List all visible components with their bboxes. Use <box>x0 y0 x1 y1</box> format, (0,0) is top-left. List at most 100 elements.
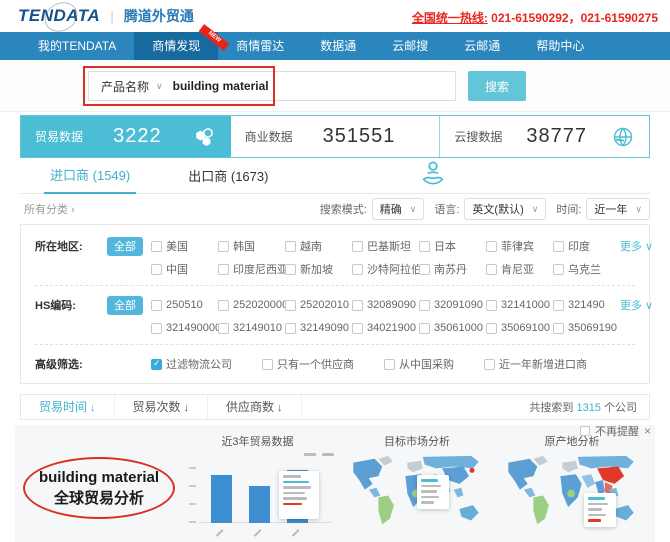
advanced-checkbox-single-supplier[interactable]: 只有一个供应商 <box>262 356 354 372</box>
region-checkbox[interactable]: 韩国 <box>218 238 285 254</box>
checkbox-label: 35069190 <box>568 322 617 334</box>
sort-by-supplier-count[interactable]: 供应商数 ↓ <box>208 394 302 420</box>
tab-importers[interactable]: 进口商 (1549) <box>44 165 137 194</box>
region-checkbox[interactable]: 沙特阿拉伯 <box>352 261 419 277</box>
advanced-checkbox-buy-from-china[interactable]: 从中国采购 <box>384 356 454 372</box>
hs-all-chip[interactable]: 全部 <box>107 295 143 315</box>
checkbox-checked-icon <box>151 358 162 370</box>
checkbox-label: 近一年新增进口商 <box>499 359 587 371</box>
tab-trade-data[interactable]: 贸易数据 3222 <box>21 116 231 157</box>
region-checkbox[interactable]: 印度尼西亚 <box>218 261 285 277</box>
search-button[interactable]: 搜索 <box>468 71 526 101</box>
region-checkbox[interactable]: 菲律宾 <box>486 238 553 254</box>
search-field-label: 产品名称 <box>101 79 150 94</box>
chart-tooltip <box>279 471 319 519</box>
region-checkbox[interactable]: 印度 <box>553 238 620 254</box>
hs-checkbox[interactable]: 32091090 <box>419 299 486 311</box>
trade-bar-chart[interactable]: 近3年贸易数据 <box>175 433 340 537</box>
data-source-tabs: 贸易数据 3222 商业数据 351551 云搜数据 38777 <box>20 115 650 158</box>
origin-analysis-map[interactable]: 原产地分析 <box>502 433 642 535</box>
region-checkbox[interactable]: 乌克兰 <box>553 261 620 277</box>
logo-text: TENDATA <box>18 6 101 25</box>
tab-count: 3222 <box>113 125 162 147</box>
hs-checkbox[interactable]: 35069190 <box>553 322 620 334</box>
advanced-checkbox-new-importers[interactable]: 近一年新增进口商 <box>484 356 587 372</box>
nav-item-my-tendata[interactable]: 我的TENDATA <box>20 32 134 60</box>
nav-item-cloud-mail[interactable]: 云邮通 <box>446 32 518 60</box>
bar-year-2[interactable] <box>249 485 270 523</box>
tab-exporters[interactable]: 出口商 (1673) <box>182 166 274 193</box>
divider <box>35 285 635 286</box>
sort-by-trade-count[interactable]: 贸易次数 ↓ <box>115 394 209 420</box>
region-checkbox[interactable]: 南苏丹 <box>419 261 486 277</box>
target-market-map[interactable]: 目标市场分析 <box>347 433 487 535</box>
hs-checkbox[interactable]: 321490000... <box>151 322 218 334</box>
all-categories-link[interactable]: 所有分类 › <box>24 201 75 217</box>
main-nav: 我的TENDATA 商情发现 NEW 商情雷达 数据通 云邮搜 云邮通 帮助中心 <box>0 24 670 60</box>
search-input[interactable] <box>172 79 353 93</box>
tab-business-data[interactable]: 商业数据 351551 <box>230 116 441 157</box>
search-mode-select[interactable]: 精确 ∨ <box>371 198 425 220</box>
hs-checkbox[interactable]: 32149010 <box>218 322 285 334</box>
tab-label: 进口商 <box>50 168 90 183</box>
region-checkbox[interactable]: 巴基斯坦 <box>352 238 419 254</box>
checkbox-icon <box>218 322 229 334</box>
hs-checkbox[interactable]: 34021900 <box>352 322 419 334</box>
nav-item-biz-radar[interactable]: 商情雷达 <box>218 32 302 60</box>
chevron-down-icon: ∨ <box>409 203 417 214</box>
region-checkbox[interactable]: 美国 <box>151 238 218 254</box>
time-select[interactable]: 近一年 ∨ <box>586 198 650 220</box>
nav-item-help-center[interactable]: 帮助中心 <box>518 32 602 60</box>
region-checkbox[interactable]: 肯尼亚 <box>486 261 553 277</box>
hs-checkbox[interactable]: 35061000 <box>419 322 486 334</box>
tab-count: 351551 <box>322 125 396 147</box>
checkbox-label: 35061000 <box>434 322 483 334</box>
bar-year-1[interactable] <box>211 475 232 523</box>
checkbox-label: 沙特阿拉伯 <box>367 264 419 276</box>
logo-subtitle: 腾道外贸通 <box>123 8 194 24</box>
nav-item-cloud-mail-search[interactable]: 云邮搜 <box>374 32 446 60</box>
region-checkbox[interactable]: 新加坡 <box>285 261 352 277</box>
hs-checkbox[interactable]: 25202010 <box>285 299 352 311</box>
checkbox-icon <box>285 299 296 311</box>
region-all-chip[interactable]: 全部 <box>107 236 143 256</box>
logo[interactable]: TENDATA | 腾道外贸通 <box>18 0 194 38</box>
sort-by-trade-time[interactable]: 贸易时间 ↓ <box>21 394 115 420</box>
checkbox-label: 32149010 <box>233 322 282 334</box>
checkbox-label: 34021900 <box>367 322 416 334</box>
y-tick <box>189 521 196 523</box>
search-field-select[interactable]: 产品名称 ∨ <box>89 78 173 95</box>
checkbox-label: 印度尼西亚 <box>233 264 285 276</box>
hs-checkbox[interactable]: 2520200000 <box>218 299 285 311</box>
hs-checkbox[interactable]: 32141000 <box>486 299 553 311</box>
close-icon[interactable]: × <box>644 424 651 438</box>
hs-checkbox[interactable]: 250510 <box>151 299 218 311</box>
advanced-checkbox-filter-logistics[interactable]: 过滤物流公司 <box>151 356 232 372</box>
hs-checkbox[interactable]: 32149090 <box>285 322 352 334</box>
result-suffix: 个公司 <box>600 402 637 414</box>
checkbox-label: 巴基斯坦 <box>367 241 411 253</box>
region-more-link[interactable]: 更多 ∨ <box>620 238 653 254</box>
world-map <box>347 453 487 535</box>
page: TENDATA | 腾道外贸通 全国统一热线: 021-61590292，021… <box>0 0 670 542</box>
hs-more-link[interactable]: 更多 ∨ <box>620 297 653 313</box>
hs-checkbox[interactable]: 32089090 <box>352 299 419 311</box>
region-checkbox[interactable]: 中国 <box>151 261 218 277</box>
sort-label: 贸易时间 <box>39 399 88 414</box>
checkbox-label: 32141000 <box>501 299 550 311</box>
region-filter-row-2: 中国 印度尼西亚 新加坡 沙特阿拉伯 南苏丹 肯尼亚 乌克兰 <box>35 259 635 279</box>
checkbox-label: 321490 <box>568 299 605 311</box>
region-checkbox[interactable]: 日本 <box>419 238 486 254</box>
nav-item-biz-discovery[interactable]: 商情发现 NEW <box>134 24 230 60</box>
region-checkbox[interactable]: 越南 <box>285 238 352 254</box>
checkbox-icon <box>352 240 363 252</box>
language-select[interactable]: 英文(默认) ∨ <box>464 198 547 220</box>
hs-checkbox[interactable]: 35069100 <box>486 322 553 334</box>
hs-checkbox[interactable]: 321490 <box>553 299 620 311</box>
checkbox-icon <box>486 240 497 252</box>
checkbox-icon <box>151 322 162 334</box>
tab-cloud-search-data[interactable]: 云搜数据 38777 <box>440 116 650 157</box>
y-tick <box>189 485 196 487</box>
nav-item-data-link[interactable]: 数据通 <box>302 32 374 60</box>
checkbox-label: 32089090 <box>367 299 416 311</box>
